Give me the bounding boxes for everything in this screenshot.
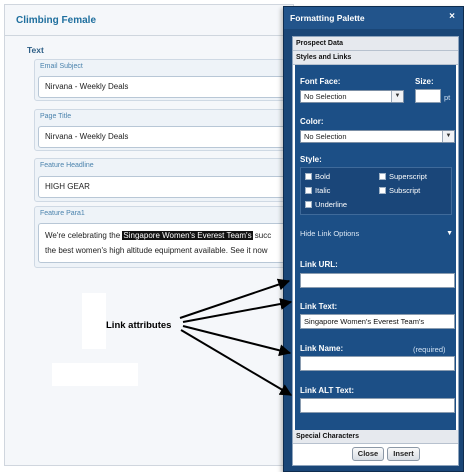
arrow-to-link-name	[182, 325, 292, 357]
annotation-arrows	[179, 278, 293, 396]
annotation-label: Link attributes	[106, 320, 172, 331]
